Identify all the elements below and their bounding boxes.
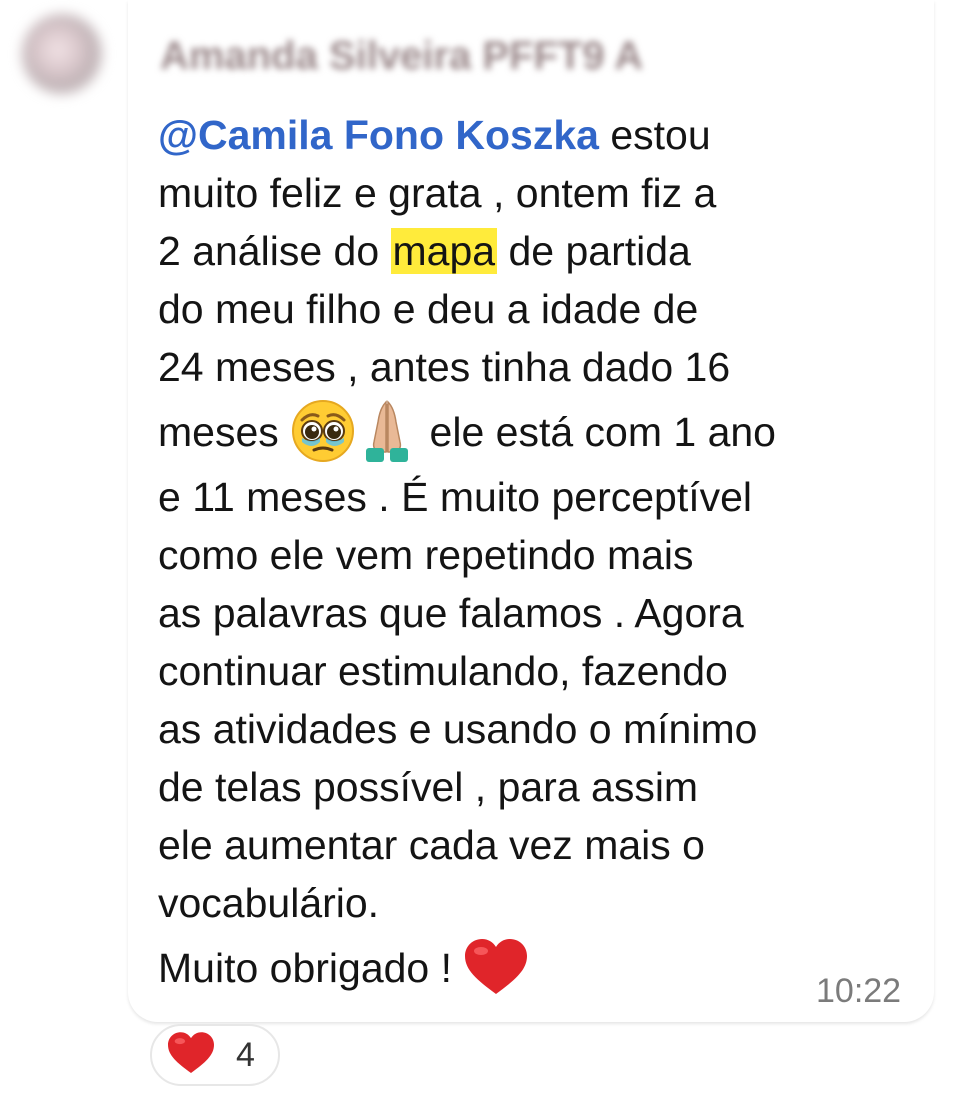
message-line: continuar estimulando, fazendo	[158, 648, 728, 694]
folded-hands-emoji	[356, 398, 418, 464]
reaction-chip[interactable]: 4	[150, 1024, 280, 1086]
message-text-segment: meses	[158, 409, 291, 455]
message-line: do meu filho e deu a idade de	[158, 286, 699, 332]
message-line: ele aumentar cada vez mais o	[158, 822, 705, 868]
pleading-face-emoji	[290, 398, 356, 464]
message-line: meses ele está com 1 ano	[158, 396, 888, 468]
mention-link[interactable]: @Camila Fono Koszka	[158, 112, 599, 158]
message-text-segment: 2 análise do	[158, 228, 391, 274]
message-timestamp: 10:22	[816, 972, 902, 1010]
reaction-count: 4	[236, 1035, 255, 1074]
message-line: como ele vem repetindo mais	[158, 532, 694, 578]
message-line: as atividades e usando o mínimo	[158, 706, 758, 752]
message-text-segment: ele está com 1 ano	[418, 409, 776, 455]
message-line: 2 análise do mapa de partida	[158, 222, 888, 280]
message-text-segment: estou	[598, 112, 711, 158]
message-line: Muito obrigado !	[158, 932, 888, 1004]
red-heart-emoji	[166, 1030, 216, 1081]
message-line: as palavras que falamos . Agora	[158, 590, 744, 636]
message-line: de telas possível , para assim	[158, 764, 699, 810]
message-line: 24 meses , antes tinha dado 16	[158, 344, 731, 390]
search-highlight: mapa	[390, 228, 498, 274]
message-text-segment: Muito obrigado !	[158, 945, 464, 991]
message-line: vocabulário.	[158, 880, 380, 926]
message-text-segment: de partida	[497, 228, 691, 274]
message-line: e 11 meses . É muito perceptível	[158, 474, 753, 520]
message-line: @Camila Fono Koszka estou	[158, 106, 888, 164]
message-line: muito feliz e grata , ontem fiz a	[158, 170, 717, 216]
red-heart-emoji	[463, 936, 529, 998]
sender-avatar[interactable]	[22, 14, 102, 94]
message-text: @Camila Fono Koszka estou muito feliz e …	[158, 106, 888, 1004]
sender-name[interactable]: Amanda Silveira PFFT9 A	[160, 34, 643, 79]
